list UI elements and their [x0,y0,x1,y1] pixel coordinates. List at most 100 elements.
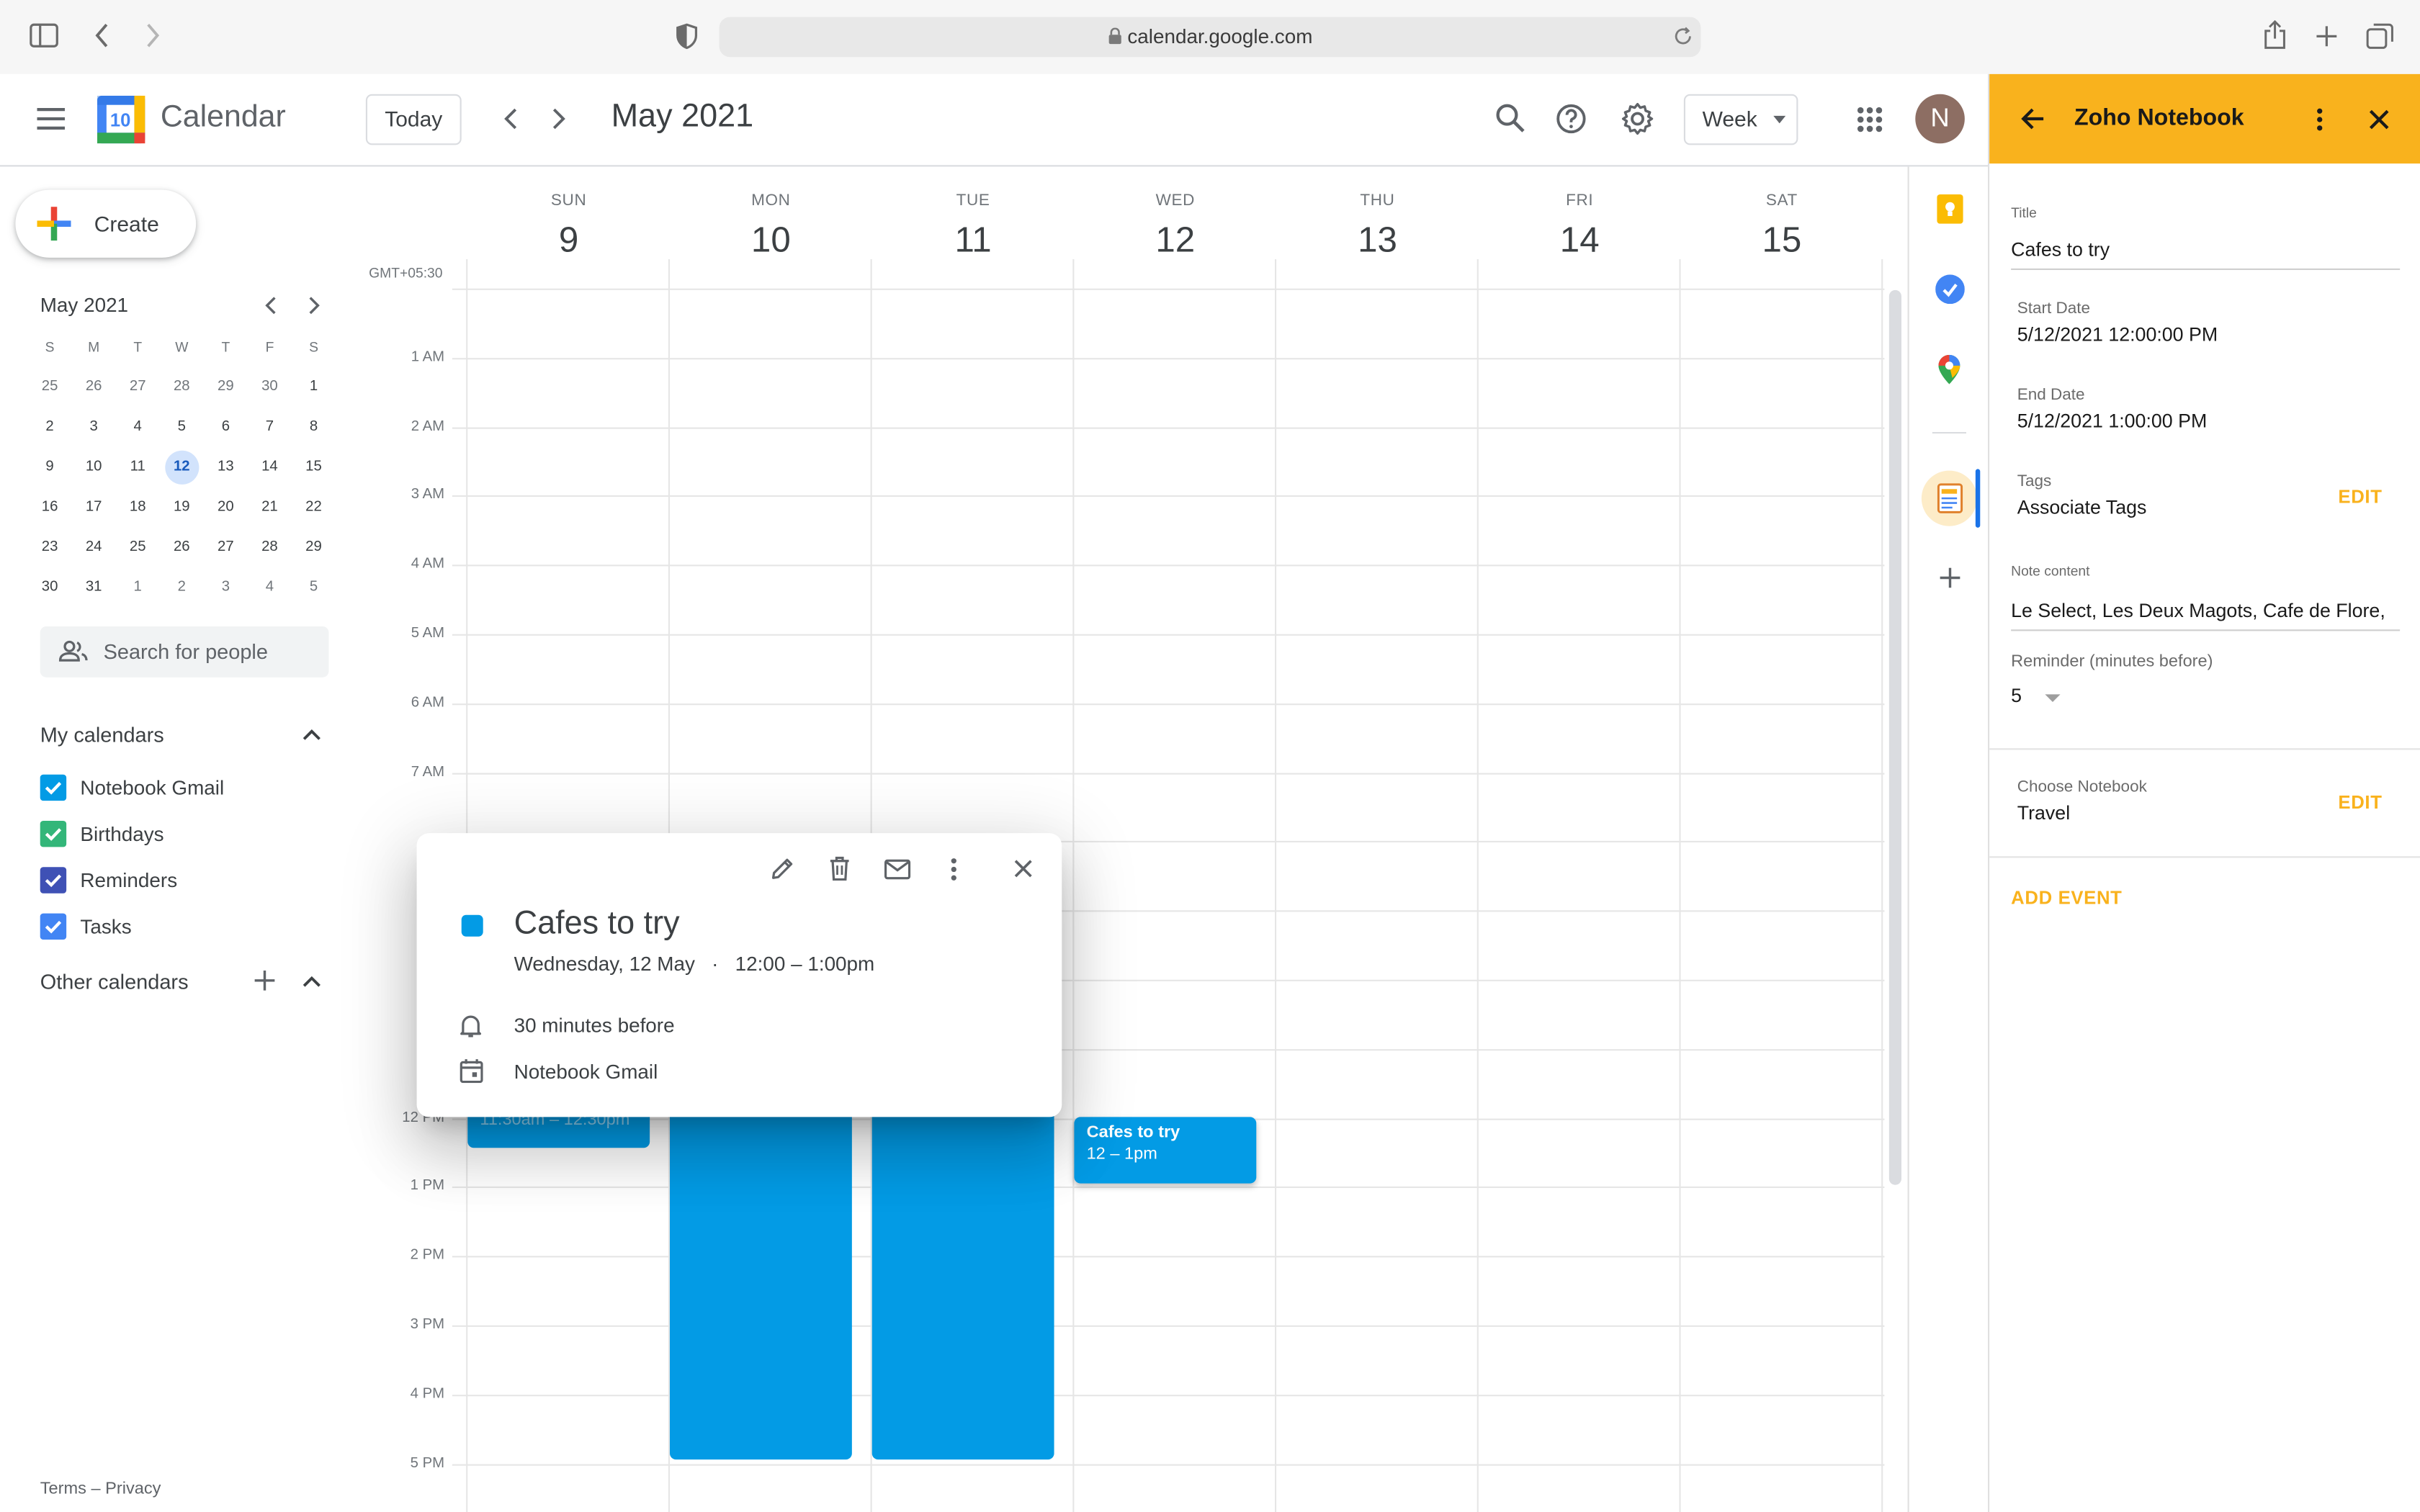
checkbox-checked-icon[interactable] [40,821,67,847]
collapse-my-calendars-icon[interactable] [302,728,321,740]
event-monday-block[interactable] [670,1098,852,1460]
zoho-notebook-addon-icon[interactable] [1921,470,1977,526]
mini-next-month-icon[interactable] [309,296,321,315]
mini-calendar-day[interactable]: 4 [248,570,292,610]
reminder-select[interactable]: 5 [2011,683,2073,711]
terms-link[interactable]: Terms [40,1480,86,1498]
today-button[interactable]: Today [365,94,462,145]
reload-icon[interactable] [1673,26,1693,46]
mini-calendar-day[interactable]: 8 [292,409,336,449]
day-column-header[interactable]: SUN 9 [467,192,670,261]
address-bar[interactable]: calendar.google.com [719,17,1701,58]
next-week-icon[interactable] [551,108,566,130]
mini-calendar-day[interactable]: 26 [72,369,116,409]
day-column-header[interactable]: FRI 14 [1479,192,1681,261]
mini-calendar-day[interactable]: 24 [72,529,116,570]
mini-calendar-day[interactable]: 5 [292,570,336,610]
settings-gear-icon[interactable] [1621,102,1654,135]
edit-tags-button[interactable]: EDIT [2338,486,2382,508]
browser-forward-icon[interactable] [145,23,160,48]
mini-calendar-day[interactable]: 3 [72,409,116,449]
close-popup-icon[interactable] [1014,860,1033,878]
mini-calendar-day[interactable]: 29 [204,369,248,409]
checkbox-checked-icon[interactable] [40,774,67,801]
zoho-close-icon[interactable] [2369,109,2389,130]
day-column-header[interactable]: TUE 11 [872,192,1075,261]
maps-pin-icon[interactable] [1938,354,1960,384]
mini-calendar-day[interactable]: 23 [28,529,72,570]
mini-calendar-day-selected[interactable]: 12 [160,449,204,490]
mini-calendar-day[interactable]: 28 [160,369,204,409]
mini-calendar-day[interactable]: 16 [28,489,72,529]
new-tab-icon[interactable] [2315,24,2338,48]
mini-calendar-day[interactable]: 18 [116,489,160,529]
email-guests-icon[interactable] [884,859,911,880]
mini-calendar-day[interactable]: 19 [160,489,204,529]
mini-calendar-day[interactable]: 21 [248,489,292,529]
mini-calendar-day[interactable]: 14 [248,449,292,490]
sidebar-toggle-icon[interactable] [30,23,59,48]
checkbox-checked-icon[interactable] [40,867,67,894]
account-avatar[interactable]: N [1915,94,1965,144]
end-date-value[interactable]: 5/12/2021 1:00:00 PM [2017,410,2208,432]
view-selector[interactable]: Week [1683,94,1798,145]
day-column-header[interactable]: WED 12 [1074,192,1276,261]
my-calendars-title[interactable]: My calendars [40,724,164,747]
mini-calendar-day[interactable]: 1 [292,369,336,409]
tasks-icon[interactable] [1935,274,1965,305]
zoho-more-icon[interactable] [2316,108,2323,131]
previous-week-icon[interactable] [503,108,519,130]
day-column-header[interactable]: SAT 15 [1681,192,1883,261]
mini-calendar-day[interactable]: 15 [292,449,336,490]
mini-calendar-day[interactable]: 30 [28,570,72,610]
add-event-button[interactable]: ADD EVENT [2011,887,2122,909]
tab-overview-icon[interactable] [2366,23,2394,49]
mini-calendar-day[interactable]: 11 [116,449,160,490]
more-options-icon[interactable] [951,858,957,881]
browser-back-icon[interactable] [94,23,109,48]
mini-calendar-day[interactable]: 20 [204,489,248,529]
apps-grid-icon[interactable] [1857,107,1883,132]
mini-calendar-day[interactable]: 13 [204,449,248,490]
main-menu-icon[interactable] [37,108,65,130]
share-icon[interactable] [2262,19,2287,50]
mini-prev-month-icon[interactable] [264,296,276,315]
delete-trash-icon[interactable] [829,856,851,881]
help-icon[interactable] [1556,104,1587,135]
event-cafes-to-try[interactable]: Cafes to try 12 – 1pm [1074,1117,1257,1184]
mini-calendar-day[interactable]: 27 [204,529,248,570]
checkbox-checked-icon[interactable] [40,913,67,940]
add-calendar-icon[interactable] [254,970,275,991]
mini-calendar-day[interactable]: 4 [116,409,160,449]
collapse-other-calendars-icon[interactable] [302,975,321,987]
mini-calendar-day[interactable]: 3 [204,570,248,610]
get-addons-plus-icon[interactable] [1940,567,1960,588]
event-tuesday-block[interactable] [871,1098,1054,1460]
mini-calendar-day[interactable]: 28 [248,529,292,570]
back-arrow-icon[interactable] [2020,107,2045,131]
title-field-input[interactable]: Cafes to try [2011,239,2110,261]
grid-scrollbar[interactable] [1888,289,1901,1185]
edit-pencil-icon[interactable] [770,856,794,881]
other-calendars-title[interactable]: Other calendars [40,971,189,994]
day-column-header[interactable]: MON 10 [670,192,872,261]
create-button[interactable]: Create [15,189,197,258]
mini-calendar-day[interactable]: 10 [72,449,116,490]
mini-calendar-day[interactable]: 31 [72,570,116,610]
mini-calendar-day[interactable]: 25 [28,369,72,409]
mini-calendar-day[interactable]: 5 [160,409,204,449]
mini-calendar-day[interactable]: 29 [292,529,336,570]
search-people-input[interactable]: Search for people [40,626,329,678]
mini-calendar-day[interactable]: 6 [204,409,248,449]
mini-calendar-day[interactable]: 27 [116,369,160,409]
note-content-input[interactable]: Le Select, Les Deux Magots, Cafe de Flor… [2011,600,2385,622]
mini-calendar-day[interactable]: 25 [116,529,160,570]
search-icon[interactable] [1495,104,1525,133]
mini-calendar-day[interactable]: 2 [28,409,72,449]
mini-calendar-day[interactable]: 17 [72,489,116,529]
privacy-shield-icon[interactable] [676,23,698,50]
mini-calendar-day[interactable]: 30 [248,369,292,409]
mini-calendar-day[interactable]: 9 [28,449,72,490]
mini-calendar-day[interactable]: 2 [160,570,204,610]
start-date-value[interactable]: 5/12/2021 12:00:00 PM [2017,324,2218,346]
